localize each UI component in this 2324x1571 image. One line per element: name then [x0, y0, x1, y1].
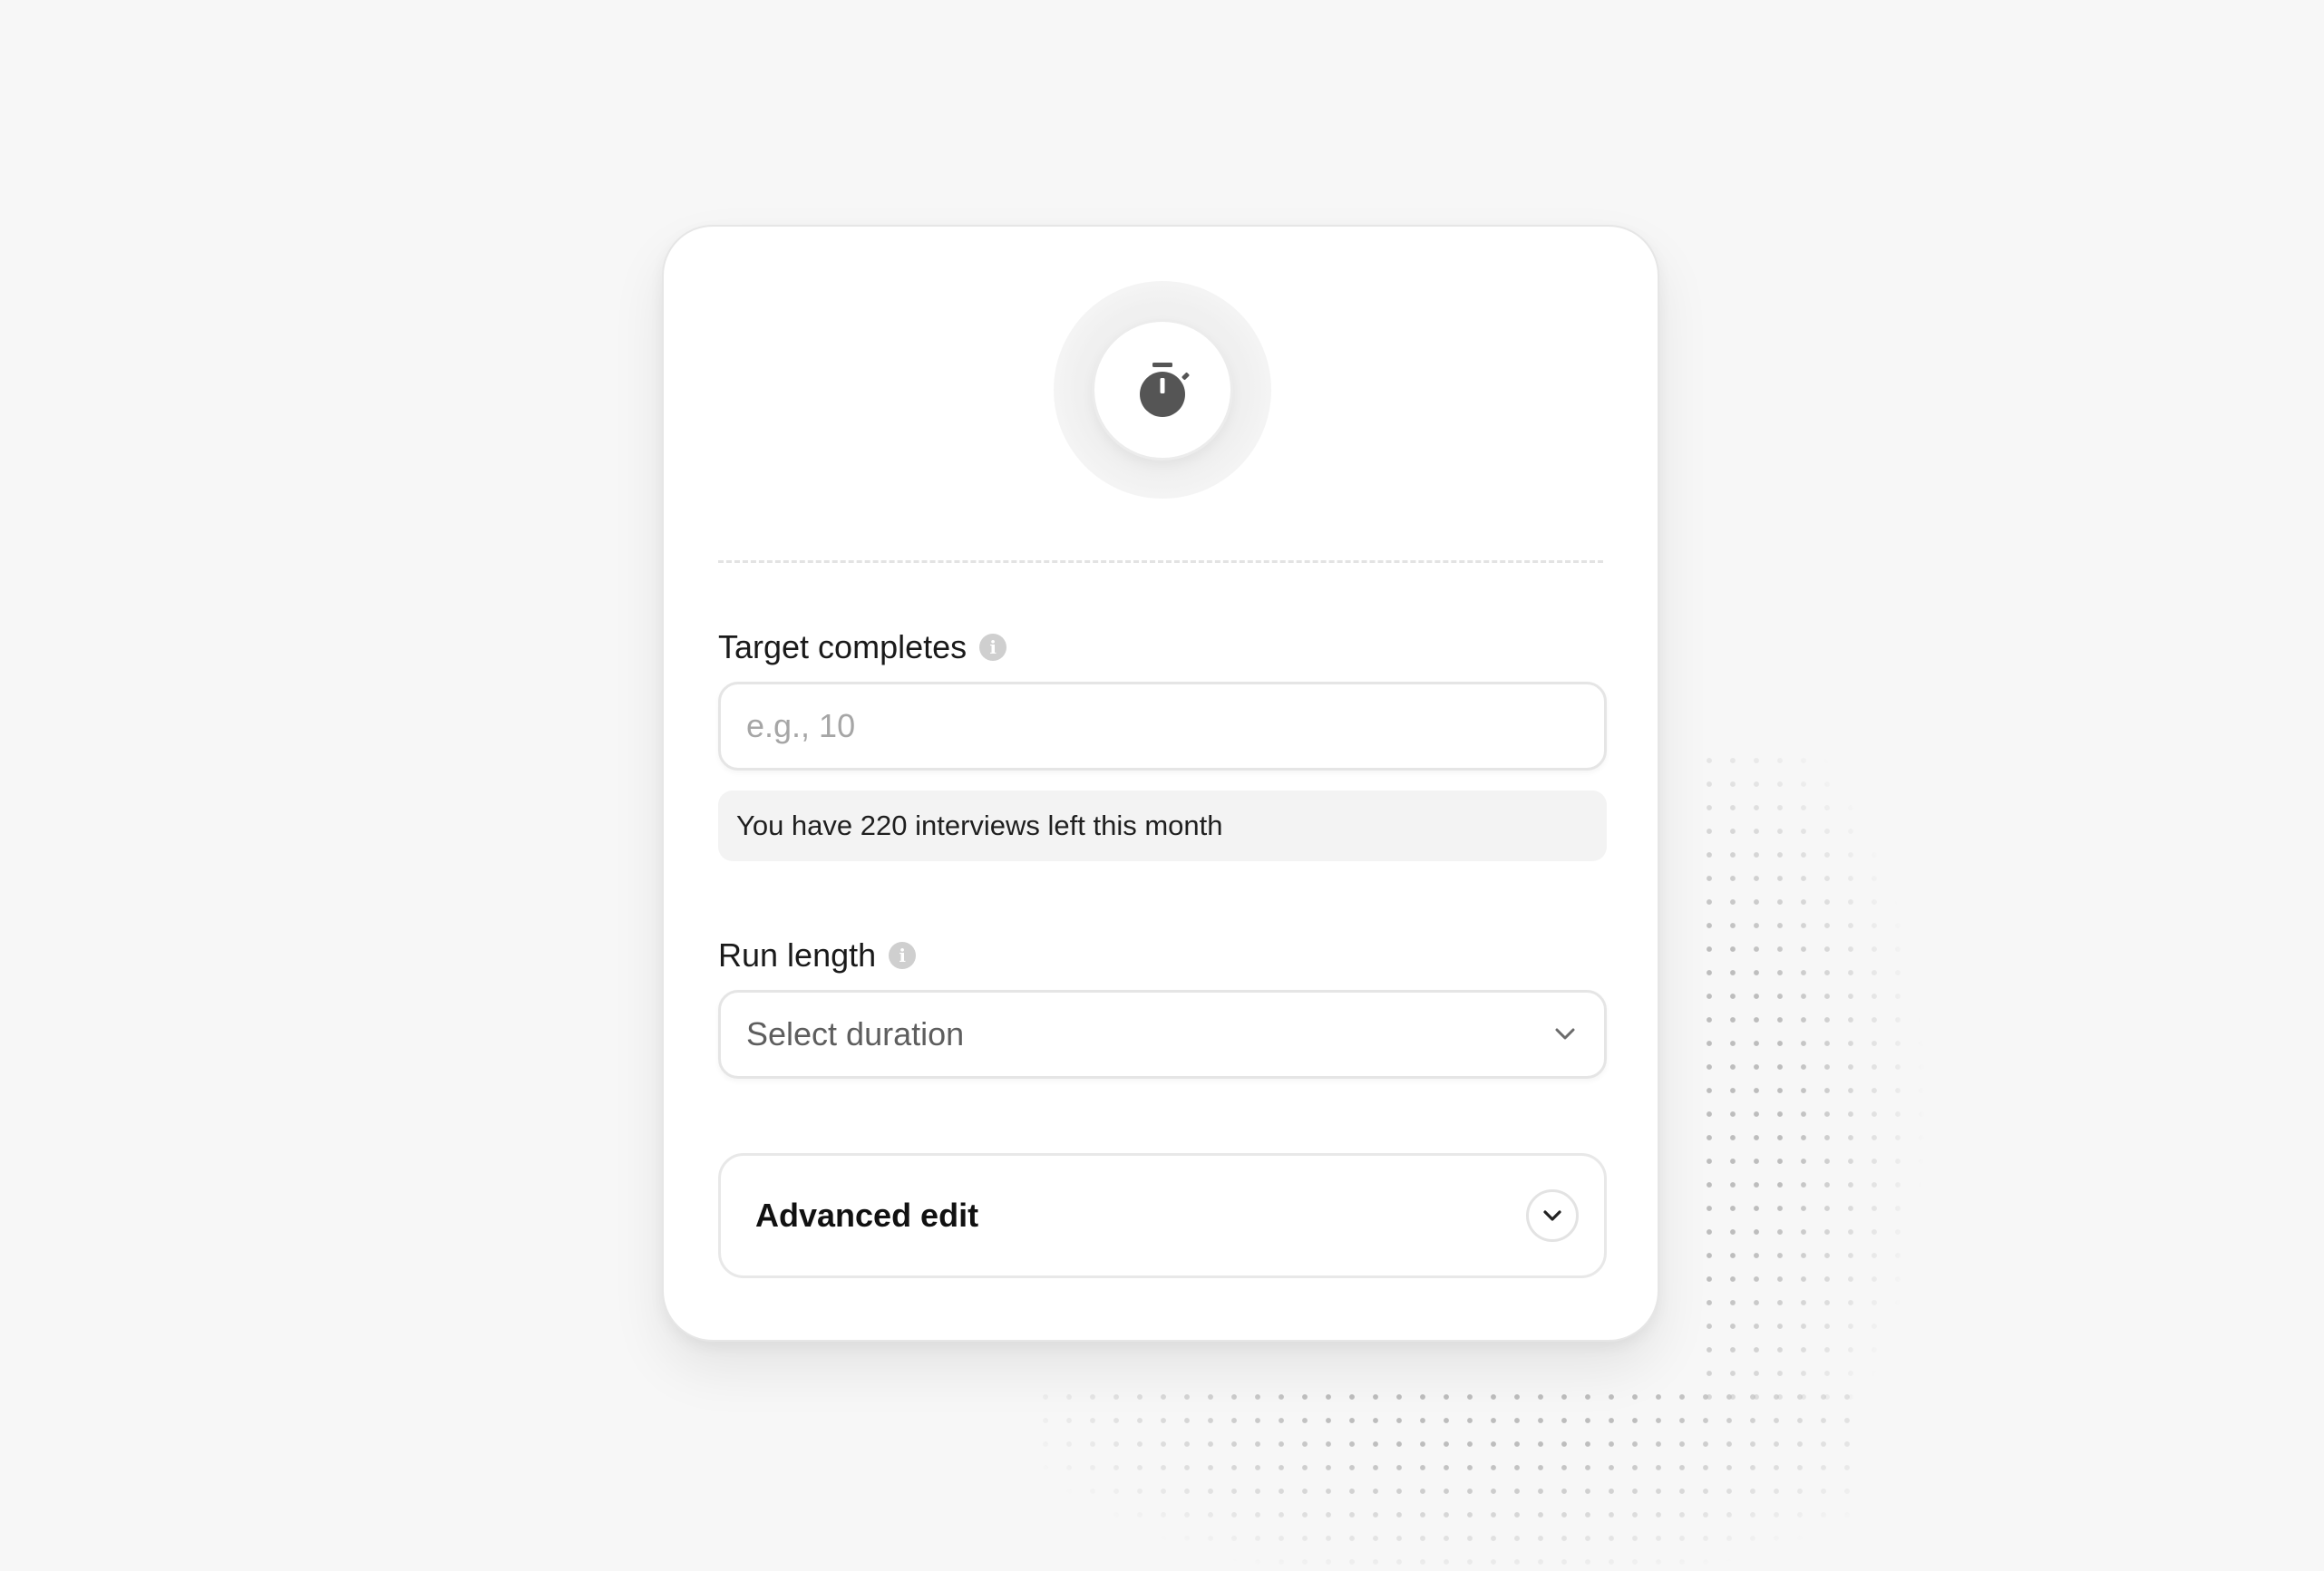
advanced-edit-toggle[interactable]: Advanced edit [718, 1153, 1607, 1278]
info-icon[interactable]: i [979, 634, 1007, 661]
advanced-edit-expand-button[interactable] [1526, 1189, 1579, 1242]
chevron-down-icon [1555, 1028, 1575, 1040]
settings-card: Target completes i You have 220 intervie… [662, 225, 1659, 1342]
section-divider [718, 560, 1603, 563]
run-length-selected-value: Select duration [746, 1015, 965, 1052]
run-length-label: Run length i [718, 936, 917, 975]
run-length-select[interactable]: Select duration [718, 990, 1607, 1079]
advanced-edit-label: Advanced edit [755, 1197, 979, 1234]
run-length-label-text: Run length [718, 936, 877, 974]
icon-badge [1092, 319, 1233, 461]
dot-pattern-bottom [1034, 1385, 1850, 1571]
info-icon[interactable]: i [889, 942, 917, 969]
target-completes-label-text: Target completes [718, 628, 968, 665]
interviews-remaining-text: You have 220 interviews left this month [736, 810, 1223, 841]
target-completes-label: Target completes i [718, 628, 1007, 666]
target-completes-field[interactable] [718, 682, 1607, 771]
dot-pattern-right [1697, 749, 2024, 1401]
interviews-remaining-note: You have 220 interviews left this month [718, 790, 1607, 861]
chevron-down-icon [1543, 1210, 1561, 1221]
target-completes-input[interactable] [721, 684, 1604, 768]
stopwatch-icon [1140, 363, 1190, 417]
